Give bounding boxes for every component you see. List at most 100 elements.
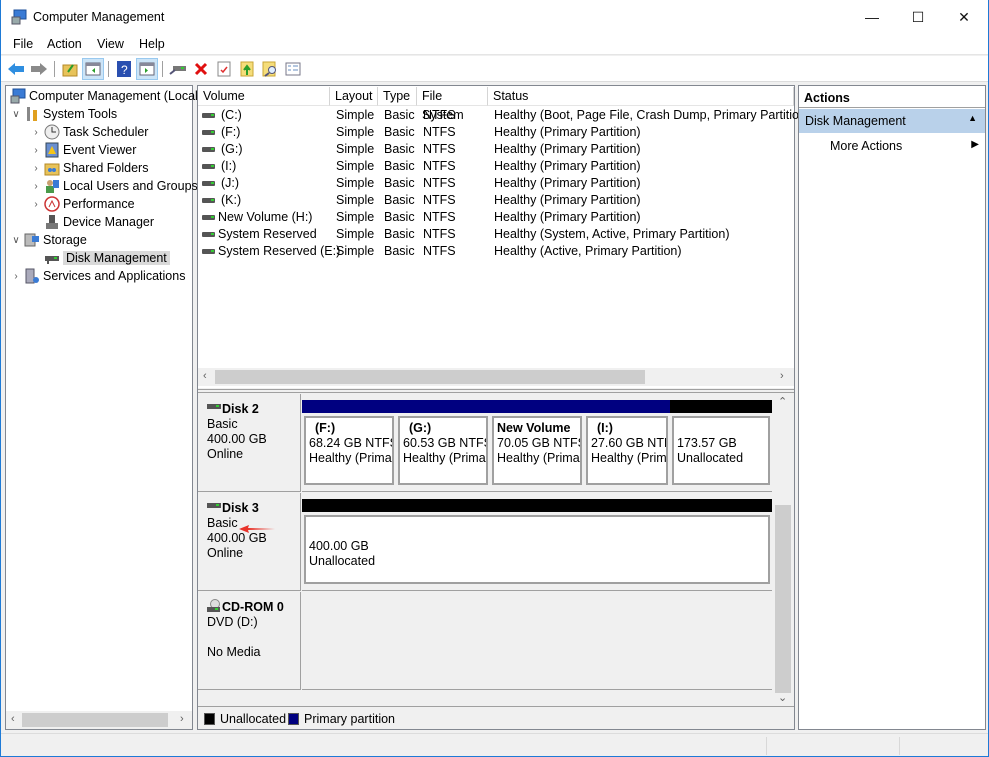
tree-horizontal-scrollbar[interactable]: ‹ › (6, 711, 192, 729)
volume-type: Basic (384, 142, 415, 156)
disk-info-disk-2[interactable]: Disk 2 Basic 400.00 GB Online (198, 394, 301, 492)
disk-type: Basic (207, 417, 238, 431)
scroll-up-icon[interactable]: ⌃ (778, 395, 787, 408)
collapsed-chevron-icon[interactable]: › (10, 271, 22, 282)
collapsed-chevron-icon[interactable]: › (30, 199, 42, 210)
action-pane-icon (139, 62, 155, 76)
volume-layout: Simple (336, 244, 375, 258)
volume-row[interactable]: (I:) Simple Basic NTFS Healthy (Primary Part… (198, 158, 794, 175)
forward-button[interactable] (28, 58, 50, 80)
tree-item-device-manager[interactable]: Device Manager (30, 213, 154, 231)
tree-item-disk-management[interactable]: Disk Management (30, 249, 170, 267)
expanded-chevron-icon[interactable]: ∨ (10, 235, 22, 246)
collapsed-chevron-icon[interactable]: › (30, 145, 42, 156)
tree-root-label: Computer Management (Local (29, 89, 198, 103)
collapsed-chevron-icon[interactable]: › (30, 163, 42, 174)
tree-item-local-users-and-groups[interactable]: › Local Users and Groups (30, 177, 198, 195)
volume-row[interactable]: (K:) Simple Basic NTFS Healthy (Primary Part… (198, 192, 794, 209)
legend-label-primary: Primary partition (304, 712, 395, 726)
partition-primary[interactable]: New Volume 70.05 GB NTFS Healthy (Prima (490, 400, 584, 488)
partition-box[interactable]: (I:) 27.60 GB NTF Healthy (Prim (586, 416, 668, 485)
tree-item-performance[interactable]: › Performance (30, 195, 135, 213)
scroll-left-icon[interactable]: ‹ (203, 370, 207, 382)
column-header-type[interactable]: Type (378, 87, 417, 106)
column-header-status[interactable]: Status (488, 87, 794, 106)
partition-unallocated[interactable]: 400.00 GB Unallocated (302, 499, 772, 587)
export-button[interactable] (236, 58, 258, 80)
menu-view[interactable]: View (97, 37, 124, 51)
scroll-thumb[interactable] (215, 370, 645, 384)
partition-box[interactable]: (G:) 60.53 GB NTFS Healthy (Prima (398, 416, 488, 485)
show-hide-action-pane-button[interactable] (136, 58, 158, 80)
close-button[interactable]: ✕ (941, 0, 987, 34)
menu-action[interactable]: Action (47, 37, 82, 51)
disk-info-cd-rom-0[interactable]: CD-ROM 0 DVD (D:) No Media (198, 592, 301, 690)
partition-box[interactable]: New Volume 70.05 GB NTFS Healthy (Prima (492, 416, 582, 485)
status-bar (1, 733, 988, 756)
volume-row[interactable]: (G:) Simple Basic NTFS Healthy (Primary Part… (198, 141, 794, 158)
menu-help[interactable]: Help (139, 37, 165, 51)
partition-box[interactable]: (F:) 68.24 GB NTFS Healthy (Prima (304, 416, 394, 485)
collapsed-chevron-icon[interactable]: › (30, 181, 42, 192)
show-hide-console-tree-button[interactable] (82, 58, 104, 80)
tree-item-services-and-applications[interactable]: › Services and Applications (10, 267, 185, 285)
scroll-down-icon[interactable]: ⌄ (778, 691, 787, 704)
scroll-thumb[interactable] (22, 713, 168, 727)
collapsed-chevron-icon[interactable]: › (30, 127, 42, 138)
tree-item-storage[interactable]: ∨ Storage (10, 231, 86, 249)
volume-layout: Simple (336, 227, 375, 241)
computer-management-icon (10, 88, 26, 104)
volume-row[interactable]: (C:) Simple Basic NTFS Healthy (Boot, Page F… (198, 107, 810, 124)
volume-row[interactable]: (F:) Simple Basic NTFS Healthy (Primary Part… (198, 124, 794, 141)
tree-item-task-scheduler[interactable]: › Task Scheduler (30, 123, 148, 141)
scroll-left-icon[interactable]: ‹ (11, 713, 15, 725)
volume-row[interactable]: New Volume (H:) Simple Basic NTFS Healthy (P… (198, 209, 794, 226)
legend: Unallocated Primary partition (198, 706, 794, 729)
actions-section-disk-management[interactable]: Disk Management ▲ (799, 109, 985, 133)
help-button[interactable]: ? (113, 58, 135, 80)
partition-primary[interactable]: (G:) 60.53 GB NTFS Healthy (Prima (396, 400, 490, 488)
menu-file[interactable]: File (13, 37, 33, 51)
partition-box[interactable]: 173.57 GB Unallocated (672, 416, 770, 485)
find-button[interactable] (259, 58, 281, 80)
tree-item-system-tools[interactable]: ∨ System Tools (10, 105, 117, 123)
column-header-volume[interactable]: Volume (198, 87, 330, 106)
back-button[interactable] (5, 58, 27, 80)
connect-disk-button[interactable] (167, 58, 189, 80)
partition-unallocated[interactable]: 173.57 GB Unallocated (670, 400, 772, 488)
volume-status: Healthy (Primary Partition) (494, 159, 641, 173)
tree-item-label: Local Users and Groups (63, 179, 198, 193)
partition-primary[interactable]: (I:) 27.60 GB NTF Healthy (Prim (584, 400, 670, 488)
minimize-button[interactable]: — (849, 0, 895, 34)
scroll-thumb[interactable] (775, 505, 791, 693)
partition-primary[interactable]: (F:) 68.24 GB NTFS Healthy (Prima (302, 400, 396, 488)
volume-row[interactable]: System Reserved Simple Basic NTFS Healthy (S… (198, 226, 794, 243)
disk-map-vertical-scrollbar[interactable]: ⌃ ⌄ (774, 393, 792, 705)
maximize-button[interactable]: ☐ (895, 0, 941, 34)
legend-swatch-primary (288, 713, 299, 725)
volume-row[interactable]: (J:) Simple Basic NTFS Healthy (Primary Part… (198, 175, 794, 192)
column-header-file-system[interactable]: File System (417, 87, 488, 122)
annotation-arrow-icon (239, 525, 275, 533)
scroll-right-icon[interactable]: › (780, 370, 784, 382)
column-header-layout[interactable]: Layout (330, 87, 378, 106)
tree-item-event-viewer[interactable]: › Event Viewer (30, 141, 136, 159)
volume-row[interactable]: System Reserved (E:) Simple Basic NTFS Healt… (198, 243, 794, 260)
volume-list-horizontal-scrollbar[interactable]: ‹ › (198, 368, 794, 386)
list-view-button[interactable] (282, 58, 304, 80)
pane-splitter[interactable] (198, 389, 794, 393)
tree-item-shared-folders[interactable]: › Shared Folders (30, 159, 148, 177)
disk-info-disk-3[interactable]: Disk 3 Basic 400.00 GB Online (198, 493, 301, 591)
partition-box[interactable]: 400.00 GB Unallocated (304, 515, 770, 584)
disk-connect-icon (169, 66, 186, 75)
delete-button[interactable] (190, 58, 212, 80)
scroll-right-icon[interactable]: › (180, 713, 184, 725)
up-one-level-button[interactable] (59, 58, 81, 80)
export-up-icon (240, 61, 254, 77)
maximize-icon: ☐ (911, 8, 925, 25)
properties-button[interactable] (213, 58, 235, 80)
collapse-triangle-icon[interactable]: ▲ (968, 113, 977, 123)
more-actions-item[interactable]: More Actions ▶ (799, 135, 985, 157)
expanded-chevron-icon[interactable]: ∨ (10, 109, 22, 120)
tree-root[interactable]: Computer Management (Local (8, 87, 198, 105)
